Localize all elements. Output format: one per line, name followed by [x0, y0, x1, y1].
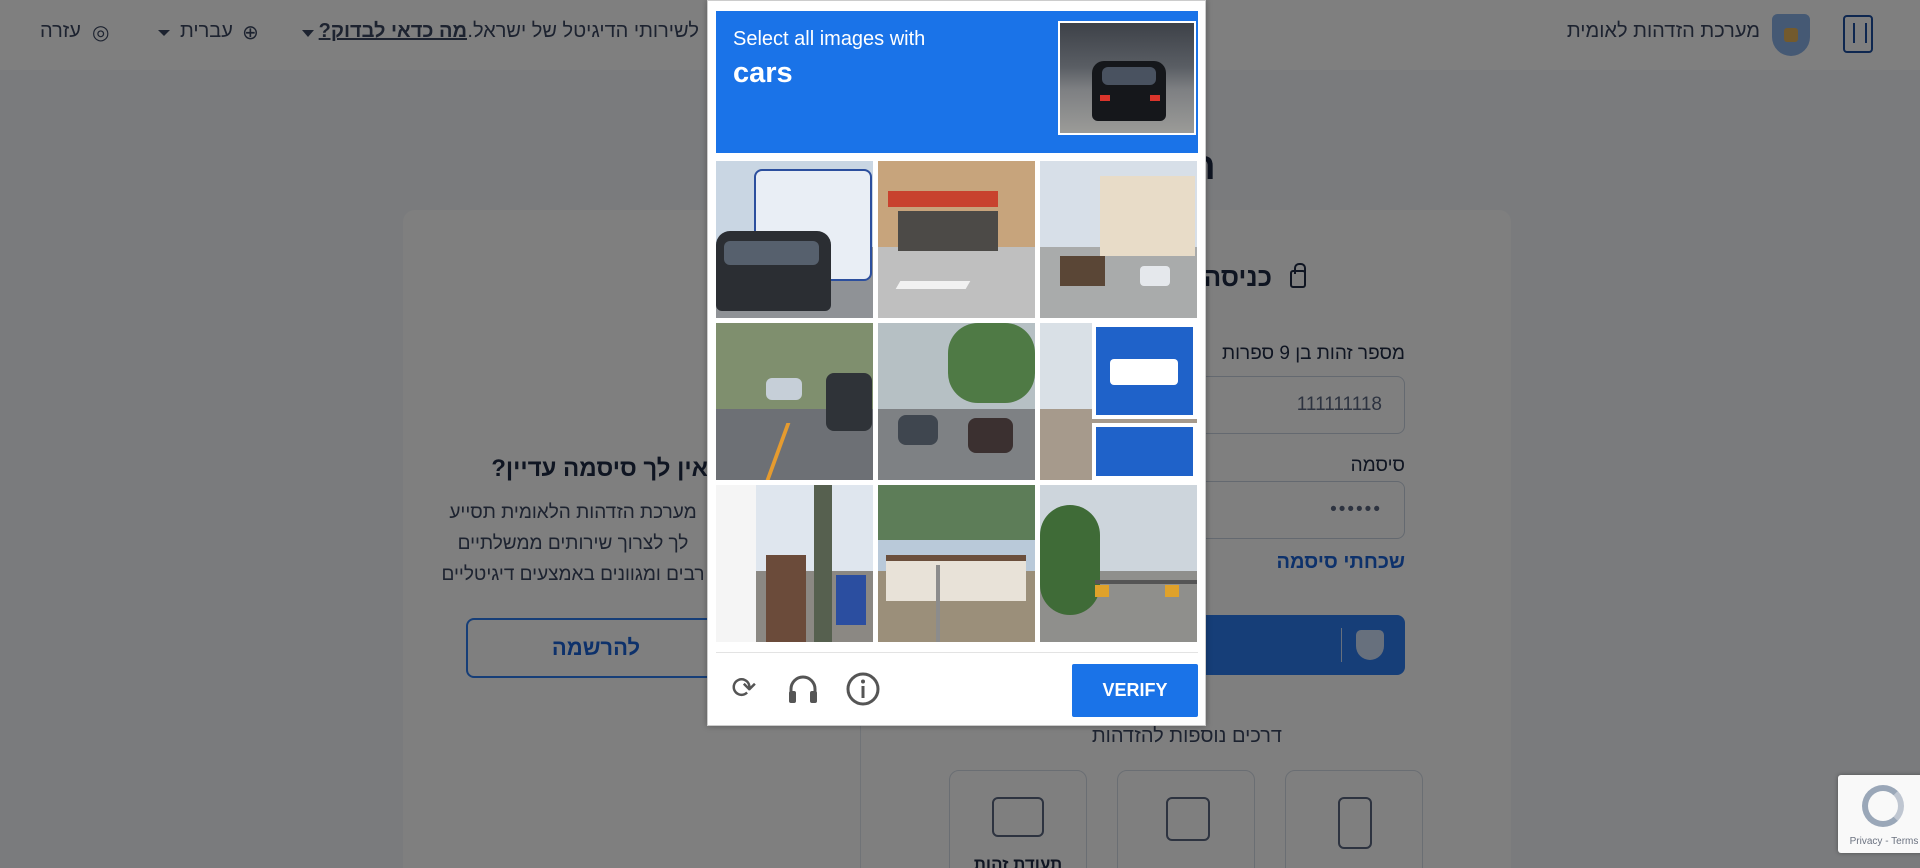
info-icon[interactable]	[845, 671, 881, 707]
recaptcha-badge[interactable]: Privacy - Terms	[1838, 775, 1920, 853]
captcha-sample-image	[1058, 21, 1196, 135]
captcha-tile[interactable]	[878, 323, 1035, 480]
captcha-tile[interactable]	[716, 323, 873, 480]
headphones-icon[interactable]	[785, 671, 821, 707]
captcha-header: Select all images with cars	[716, 11, 1198, 153]
captcha-tile[interactable]	[878, 161, 1035, 318]
captcha-prompt: Select all images with	[733, 28, 926, 50]
captcha-tile[interactable]	[716, 161, 873, 318]
captcha-target-word: cars	[733, 57, 793, 89]
verify-button[interactable]: VERIFY	[1072, 664, 1198, 717]
recaptcha-logo-icon	[1862, 785, 1904, 827]
captcha-footer-divider	[716, 652, 1198, 653]
captcha-tile[interactable]	[878, 485, 1035, 642]
captcha-tile[interactable]	[716, 485, 873, 642]
captcha-challenge: Select all images with cars ⟳ VERIFY	[707, 0, 1206, 726]
captcha-tile[interactable]	[1040, 485, 1197, 642]
captcha-tile[interactable]	[1040, 161, 1197, 318]
captcha-tile[interactable]	[1040, 323, 1197, 480]
reload-icon[interactable]: ⟳	[726, 671, 762, 707]
recaptcha-privacy-terms[interactable]: Privacy - Terms	[1838, 836, 1920, 847]
